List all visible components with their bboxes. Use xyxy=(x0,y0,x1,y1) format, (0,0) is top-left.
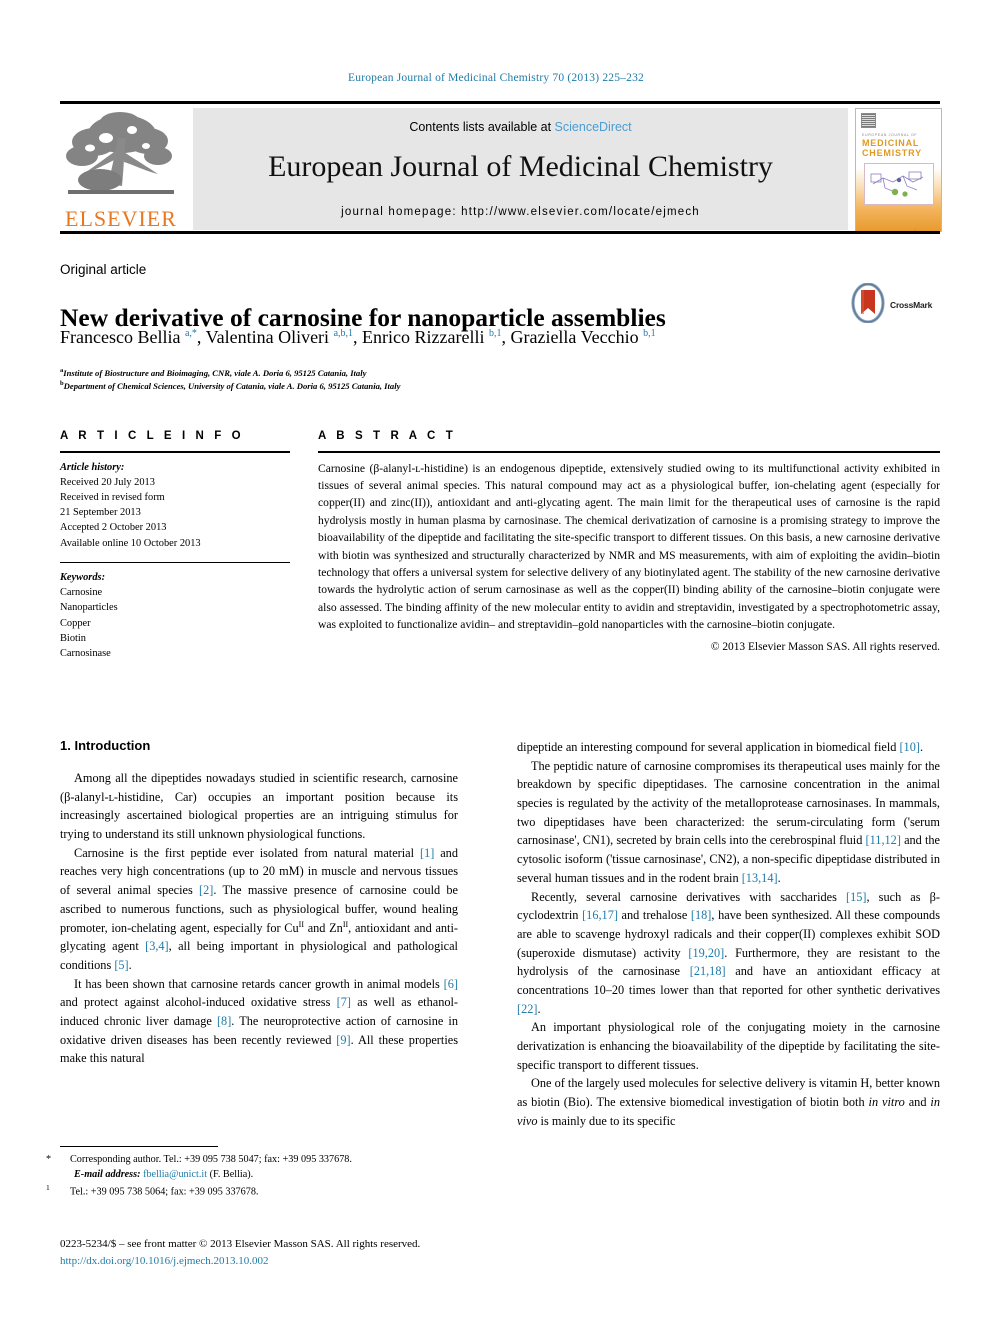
cover-title: MEDICINAL CHEMISTRY xyxy=(862,138,936,158)
body-column-left: 1. Introduction Among all the dipeptides… xyxy=(60,738,458,1068)
abstract-panel: A B S T R A C T Carnosine (β-alanyl-ʟ-hi… xyxy=(318,430,940,653)
abstract-heading: A B S T R A C T xyxy=(318,430,457,442)
affiliation-a: aInstitute of Biostructure and Bioimagin… xyxy=(60,367,367,378)
email-address-label: E-mail address: xyxy=(74,1168,141,1180)
footnote-corresponding-text: Corresponding author. Tel.: +39 095 738 … xyxy=(70,1154,352,1165)
section-heading-introduction: 1. Introduction xyxy=(60,738,151,753)
abstract-copyright: © 2013 Elsevier Masson SAS. All rights r… xyxy=(710,640,940,653)
article-history-block: Article history: Received 20 July 2013 R… xyxy=(60,460,290,551)
doi-link[interactable]: http://dx.doi.org/10.1016/j.ejmech.2013.… xyxy=(60,1253,560,1270)
paragraph: The peptidic nature of carnosine comprom… xyxy=(517,758,940,885)
history-item: Received in revised form xyxy=(60,491,165,503)
abstract-text: Carnosine (β-alanyl-ʟ-histidine) is an e… xyxy=(318,461,940,632)
footnote-rule xyxy=(60,1146,218,1147)
cover-diagonal-text: ScienceDirect xyxy=(892,202,941,231)
imprint-front-matter: 0223-5234/$ – see front matter © 2013 El… xyxy=(60,1238,421,1250)
history-item: 21 September 2013 xyxy=(60,507,141,519)
journal-homepage-link[interactable]: journal homepage: http://www.elsevier.co… xyxy=(193,206,848,218)
masthead-banner: Contents lists available at ScienceDirec… xyxy=(193,108,848,230)
affiliation-b-text: Department of Chemical Sciences, Univers… xyxy=(63,381,401,392)
paragraph: dipeptide an interesting compound for se… xyxy=(517,740,924,754)
elsevier-logo: ELSEVIER xyxy=(60,108,182,230)
article-info-separator xyxy=(60,561,290,564)
keyword-item: Nanoparticles xyxy=(60,602,118,614)
keyword-item: Copper xyxy=(60,617,91,629)
journal-cover-thumbnail: EUROPEAN JOURNAL OF MEDICINAL CHEMISTRY xyxy=(855,108,942,232)
article-info-heading: A R T I C L E I N F O xyxy=(60,430,245,442)
keyword-item: Biotin xyxy=(60,632,86,644)
article-info-panel: A R T I C L E I N F O Article history: R… xyxy=(60,430,290,661)
footnote-email: E-mail address: fbellia@unict.it (F. Bel… xyxy=(60,1168,460,1183)
imprint-block: 0223-5234/$ – see front matter © 2013 El… xyxy=(60,1236,560,1269)
cover-publisher-logo-icon xyxy=(861,113,876,128)
paper-page: European Journal of Medicinal Chemistry … xyxy=(0,0,992,1323)
keyword-item: Carnosinase xyxy=(60,648,111,660)
running-head: European Journal of Medicinal Chemistry … xyxy=(348,72,644,84)
footnote-marker-1: 1 xyxy=(46,1182,50,1192)
masthead-top-rule xyxy=(60,101,940,104)
paragraph: Recently, several carnosine derivatives … xyxy=(517,889,941,1016)
footnote-note-1-text: Tel.: +39 095 738 5064; fax: +39 095 337… xyxy=(70,1185,259,1197)
elsevier-tree-icon xyxy=(66,112,174,194)
keywords-label: Keywords: xyxy=(60,572,106,584)
footnote-block: * Corresponding author. Tel.: +39 095 738… xyxy=(46,1153,460,1200)
cover-artwork xyxy=(864,163,934,205)
footnote-marker-star: * xyxy=(46,1154,52,1165)
contents-available-line: Contents lists available at ScienceDirec… xyxy=(193,120,848,134)
affiliation-a-text: Institute of Biostructure and Bioimaging… xyxy=(63,367,367,378)
crossmark-icon xyxy=(851,282,885,324)
elsevier-wordmark: ELSEVIER xyxy=(65,206,177,231)
keywords-block: Keywords: Carnosine Nanoparticles Copper… xyxy=(60,570,290,661)
paragraph: It has been shown that carnosine retards… xyxy=(60,976,458,1066)
abstract-rule xyxy=(318,451,940,453)
article-info-rule xyxy=(60,451,290,453)
cover-kicker: EUROPEAN JOURNAL OF xyxy=(862,133,918,137)
affiliation-list: aInstitute of Biostructure and Bioimagin… xyxy=(60,366,660,393)
paragraph: Carnosine is the first peptide ever isol… xyxy=(60,845,458,972)
contents-prefix: Contents lists available at xyxy=(409,120,555,134)
paragraph: One of the largely used molecules for se… xyxy=(517,1076,940,1128)
history-item: Accepted 2 October 2013 xyxy=(60,522,167,534)
journal-title: European Journal of Medicinal Chemistry xyxy=(268,150,773,183)
article-type-label: Original article xyxy=(60,262,147,277)
keyword-item: Carnosine xyxy=(60,587,103,599)
paragraph: An important physiological role of the c… xyxy=(517,1020,940,1072)
body-column-right: dipeptide an interesting compound for se… xyxy=(517,738,940,1130)
journal-masthead: ELSEVIER Contents lists available at Sci… xyxy=(60,101,942,234)
article-history-label: Article history: xyxy=(60,461,125,473)
sciencedirect-link[interactable]: ScienceDirect xyxy=(555,120,632,134)
cover-title-line-2: CHEMISTRY xyxy=(862,147,922,158)
email-address-suffix: (F. Bellia). xyxy=(209,1168,254,1180)
history-item: Received 20 July 2013 xyxy=(60,476,155,488)
masthead-bottom-rule xyxy=(60,231,940,234)
footnote-corresponding-author: * Corresponding author. Tel.: +39 095 738… xyxy=(46,1153,460,1168)
history-item: Available online 10 October 2013 xyxy=(60,537,201,549)
paragraph: Among all the dipeptides nowadays studie… xyxy=(60,771,458,842)
email-address-link[interactable]: fbellia@unict.it xyxy=(143,1169,207,1180)
crossmark-label: CrossMark xyxy=(890,300,933,310)
cover-molecule-diagram-icon xyxy=(870,171,924,197)
crossmark-badge[interactable]: CrossMark xyxy=(848,282,944,327)
affiliation-b: bDepartment of Chemical Sciences, Univer… xyxy=(60,380,401,392)
footnote-note-1: 1 Tel.: +39 095 738 5064; fax: +39 095 33… xyxy=(46,1182,460,1200)
author-list: Francesco Bellia a,*, Valentina Oliveri … xyxy=(60,327,656,347)
